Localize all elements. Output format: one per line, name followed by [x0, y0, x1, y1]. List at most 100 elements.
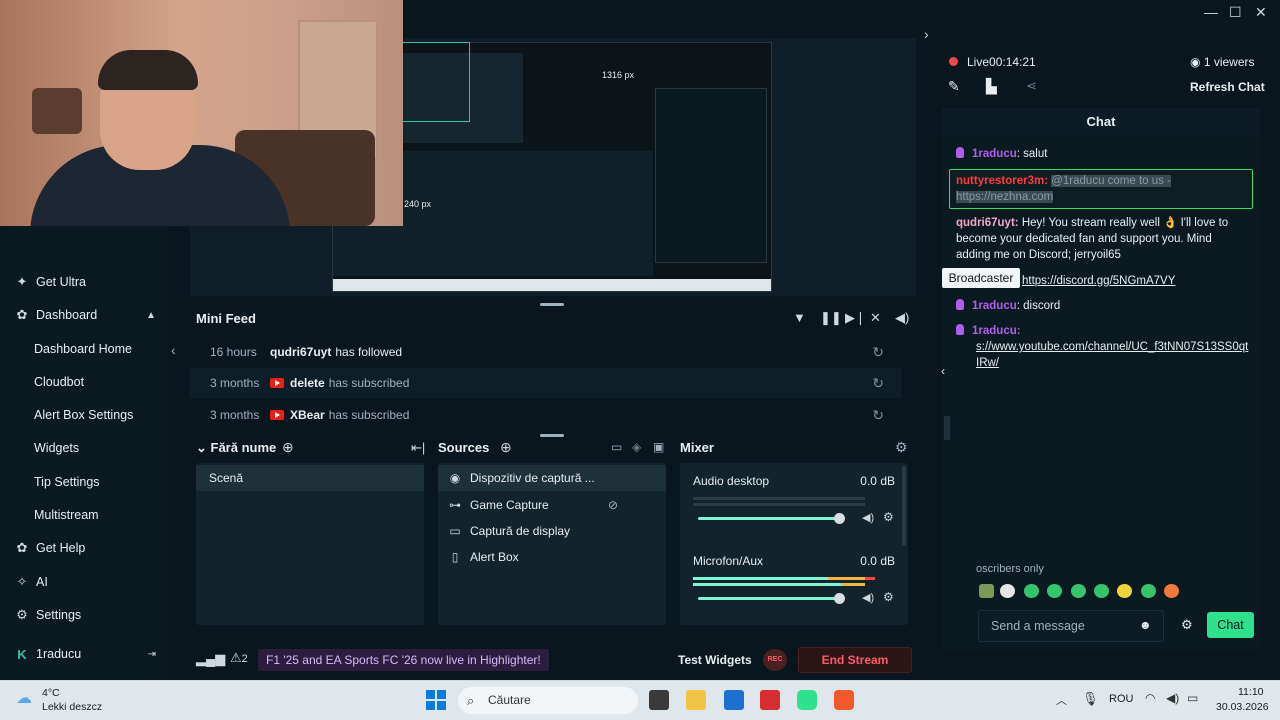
hidden-eye-icon[interactable]: ⊘: [608, 498, 618, 512]
sidebar-item-get-ultra[interactable]: ✦ Get Ultra: [0, 267, 168, 297]
scene-transition-icon[interactable]: ⇤|: [411, 440, 425, 456]
volume-slider-knob[interactable]: [834, 513, 845, 524]
sidebar-item-cloudbot[interactable]: Cloudbot: [0, 367, 168, 397]
logout-icon[interactable]: ⇥: [148, 649, 156, 660]
replay-icon[interactable]: ↻: [872, 375, 884, 392]
stats-icon[interactable]: ▂▄▆: [196, 651, 225, 667]
emote-icon[interactable]: [1024, 584, 1039, 598]
mute-alerts-icon[interactable]: ✕: [870, 310, 881, 326]
source-item[interactable]: ▯ Alert Box: [438, 544, 666, 570]
stream-info-icon[interactable]: ▙: [986, 78, 997, 95]
source-item[interactable]: ▭ Captură de display: [438, 518, 666, 544]
wifi-icon[interactable]: ◠: [1145, 691, 1155, 705]
volume-icon[interactable]: ◀): [895, 310, 909, 326]
replay-icon[interactable]: ↻: [872, 407, 884, 424]
weather-icon[interactable]: ☁: [16, 688, 32, 708]
emote-icon[interactable]: [1071, 584, 1086, 598]
language-indicator[interactable]: ROU: [1109, 693, 1133, 705]
sidebar-item-ai[interactable]: ✧ AI: [0, 567, 168, 597]
chat-input[interactable]: Send a message: [978, 610, 1164, 642]
sidebar-item-alert-box-settings[interactable]: Alert Box Settings: [0, 400, 168, 430]
battery-icon[interactable]: ▭: [1187, 691, 1198, 705]
volume-tray-icon[interactable]: ◀): [1166, 691, 1179, 705]
volume-slider-knob[interactable]: [834, 593, 845, 604]
refresh-chat-button[interactable]: Refresh Chat: [1190, 80, 1265, 94]
scene-item[interactable]: Scenă: [196, 465, 424, 491]
chat-send-button[interactable]: Chat: [1207, 612, 1254, 638]
sidebar-item-dashboard-home[interactable]: Dashboard Home: [0, 334, 168, 364]
display-icon[interactable]: ▭: [611, 440, 622, 454]
skip-icon[interactable]: ▶❘: [845, 310, 866, 326]
channel-settings-icon[interactable]: ⚙: [883, 510, 894, 524]
collapse-chat-icon[interactable]: ‹: [941, 364, 945, 378]
mixer-scrollbar[interactable]: [902, 466, 906, 546]
speaker-icon[interactable]: ◀): [862, 511, 874, 524]
add-scene-icon[interactable]: ⊕: [282, 439, 294, 456]
weather-temp[interactable]: 4°C: [42, 687, 60, 699]
collapse-right-icon[interactable]: ›: [924, 26, 929, 42]
resize-handle[interactable]: [540, 434, 564, 437]
share-icon[interactable]: ⋖: [1026, 78, 1037, 94]
clock-date[interactable]: 30.03.2026: [1216, 701, 1269, 713]
source-item[interactable]: ⊶ Game Capture ⊘: [438, 492, 666, 518]
sidebar-item-widgets[interactable]: Widgets: [0, 433, 168, 463]
channel-settings-icon[interactable]: ⚙: [883, 590, 894, 604]
emote-icon[interactable]: [1117, 584, 1132, 598]
chat-link[interactable]: https://discord.gg/5NGmA7VY: [1022, 273, 1252, 289]
sidebar-item-get-help[interactable]: ✿ Get Help: [0, 533, 168, 563]
emote-icon[interactable]: [1164, 584, 1179, 598]
tray-chevron-icon[interactable]: ︿: [1056, 692, 1067, 708]
file-explorer-icon[interactable]: [686, 690, 706, 710]
volume-slider[interactable]: [698, 517, 840, 520]
edit-icon[interactable]: ✎: [948, 78, 960, 95]
add-source-icon[interactable]: ⊕: [500, 439, 512, 456]
minimize-button[interactable]: —: [1204, 4, 1218, 20]
microphone-icon[interactable]: 🎙: [1082, 691, 1099, 707]
discord-link[interactable]: https://discord.gg/5NGmA7VY: [1022, 275, 1175, 287]
youtube-link-cont[interactable]: IRw/: [976, 357, 999, 369]
chat-link[interactable]: s://www.youtube.com/channel/UC_f3tNN07S1…: [976, 339, 1248, 371]
emoji-icon[interactable]: ☻: [1139, 618, 1152, 632]
alert-triangle-icon[interactable]: ⚠2: [230, 650, 248, 666]
brave-icon[interactable]: [834, 690, 854, 710]
maximize-button[interactable]: ☐: [1229, 4, 1242, 21]
game-icon[interactable]: ◈: [632, 440, 641, 454]
test-widgets-button[interactable]: Test Widgets: [678, 653, 752, 667]
store-icon[interactable]: [724, 690, 744, 710]
folder-icon[interactable]: ▣: [653, 440, 664, 454]
emote-icon[interactable]: [979, 584, 994, 598]
task-view-icon[interactable]: [649, 690, 669, 710]
weather-desc[interactable]: Lekki deszcz: [42, 701, 102, 713]
windows-start-icon[interactable]: [426, 690, 446, 710]
chat-settings-icon[interactable]: ⚙: [1181, 617, 1193, 633]
sidebar-item-label: Get Ultra: [36, 275, 87, 289]
voicemeeter-icon[interactable]: [760, 690, 780, 710]
close-button[interactable]: ✕: [1255, 4, 1267, 21]
youtube-link[interactable]: s://www.youtube.com/channel/UC_f3tNN07S1…: [976, 341, 1248, 353]
end-stream-button[interactable]: End Stream: [798, 647, 912, 673]
sidebar-item-multistream[interactable]: Multistream: [0, 500, 168, 530]
collapse-sidebar-icon[interactable]: ‹: [171, 342, 176, 358]
replay-icon[interactable]: ↻: [872, 344, 884, 361]
promo-banner[interactable]: F1 '25 and EA Sports FC '26 now live in …: [258, 649, 549, 671]
emote-icon[interactable]: [1000, 584, 1015, 598]
streamlabs-taskbar-icon[interactable]: [797, 690, 817, 710]
pause-icon[interactable]: ❚❚: [820, 310, 842, 326]
sidebar-item-settings[interactable]: ⚙ Settings: [0, 600, 168, 630]
sidebar-item-account[interactable]: K 1raducu ⇥: [0, 639, 168, 669]
emote-icon[interactable]: [1047, 584, 1062, 598]
mixer-settings-icon[interactable]: ⚙: [895, 439, 908, 456]
sidebar-item-tip-settings[interactable]: Tip Settings: [0, 467, 168, 497]
filter-icon[interactable]: ▼: [793, 310, 806, 325]
clock-time[interactable]: 11:10: [1238, 686, 1264, 698]
taskbar-search[interactable]: Căutare: [458, 687, 638, 714]
record-button[interactable]: REC: [763, 649, 787, 671]
selection-box[interactable]: [402, 42, 470, 122]
volume-slider[interactable]: [698, 597, 840, 600]
sidebar-item-dashboard[interactable]: ✿ Dashboard ▲: [0, 300, 168, 330]
scenes-header[interactable]: ⌄ Fără nume: [196, 440, 276, 456]
emote-icon[interactable]: [1094, 584, 1109, 598]
source-item[interactable]: ◉ Dispozitiv de captură ...: [438, 465, 666, 491]
speaker-icon[interactable]: ◀): [862, 591, 874, 604]
emote-icon[interactable]: [1141, 584, 1156, 598]
